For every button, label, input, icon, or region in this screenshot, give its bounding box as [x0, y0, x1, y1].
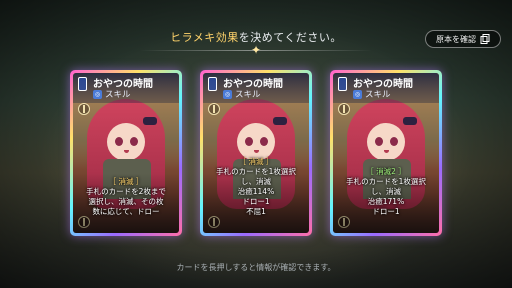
card-type: スキル: [235, 90, 261, 100]
desc-line: 手札のカードを2枚まで: [86, 187, 166, 196]
desc-line: ドロー1: [372, 207, 400, 216]
card-type: スキル: [105, 90, 131, 100]
compass-icon: [338, 103, 350, 115]
desc-line: 選択し、消滅、その枚: [88, 197, 164, 206]
desc-line: し、消滅: [371, 187, 401, 196]
card-description: ［ 消滅2 ］ 手札のカードを1枚選択 し、消滅 治癒171% ドロー1: [333, 167, 439, 217]
cost-icon: [208, 77, 217, 91]
card-description: ［ 消滅 ］ 手札のカードを2枚まで 選択し、消滅、その枚 数に応じて、ドロー: [73, 177, 179, 217]
view-original-button[interactable]: 原本を確認: [425, 30, 501, 48]
view-original-label: 原本を確認: [436, 34, 476, 44]
desc-line: 不屈1: [246, 207, 266, 216]
sparkle-icon: ✦: [250, 43, 262, 57]
card-stack-icon: [480, 34, 490, 44]
desc-line: し、消滅: [241, 177, 271, 186]
card-option-1[interactable]: おやつの時間 ◎ スキル ［ 消滅 ］ 手札のカードを2枚まで 選択し、消滅、そ…: [70, 70, 182, 236]
desc-line: 手札のカードを1枚選択: [346, 177, 426, 186]
cost-icon: [78, 77, 87, 91]
desc-line: 治癒171%: [367, 197, 405, 206]
card-body: おやつの時間 ◎ スキル ［ 消滅 ］ 手札のカードを2枚まで 選択し、消滅、そ…: [73, 73, 179, 233]
desc-line: 手札のカードを1枚選択: [216, 167, 296, 176]
cost-icon: [338, 77, 347, 91]
skill-type-icon: ◎: [93, 90, 102, 99]
footer-hint: カードを長押しすると情報が確認できます。: [176, 263, 336, 272]
desc-line: 数に応じて、ドロー: [92, 207, 160, 216]
header-keyword: ヒラメキ効果: [170, 31, 239, 44]
card-body: おやつの時間 ◎ スキル ［ 消滅2 ］ 手札のカードを1枚選択 し、消滅 治癒…: [333, 73, 439, 233]
card-type: スキル: [365, 90, 391, 100]
compass-icon: [78, 103, 90, 115]
card-tag: ［ 消滅 ］: [108, 177, 144, 186]
compass-icon: [208, 103, 220, 115]
desc-line: 治癒114%: [237, 187, 275, 196]
card-tag: ［ 消滅 ］: [238, 157, 274, 166]
card-body: おやつの時間 ◎ スキル ［ 消滅 ］ 手札のカードを1枚選択 し、消滅 治癒1…: [203, 73, 309, 233]
card-description: ［ 消滅 ］ 手札のカードを1枚選択 し、消滅 治癒114% ドロー1 不屈1: [203, 157, 309, 217]
skill-type-icon: ◎: [223, 90, 232, 99]
desc-line: ドロー1: [242, 197, 270, 206]
card-option-2[interactable]: おやつの時間 ◎ スキル ［ 消滅 ］ 手札のカードを1枚選択 し、消滅 治癒1…: [200, 70, 312, 236]
skill-type-icon: ◎: [353, 90, 362, 99]
card-tag: ［ 消滅2 ］: [366, 167, 406, 176]
card-option-3[interactable]: おやつの時間 ◎ スキル ［ 消滅2 ］ 手札のカードを1枚選択 し、消滅 治癒…: [330, 70, 442, 236]
